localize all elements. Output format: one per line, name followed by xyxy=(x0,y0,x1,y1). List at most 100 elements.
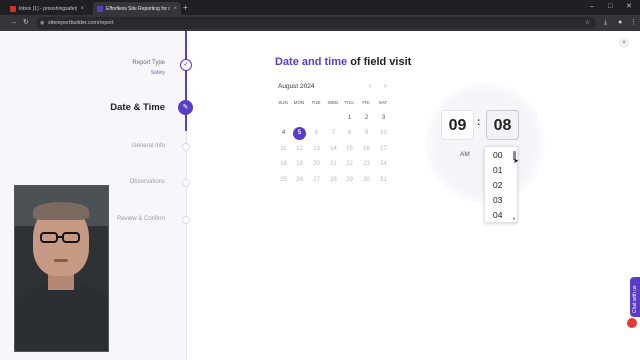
calendar-day[interactable]: 30 xyxy=(360,174,373,187)
progress-line-complete xyxy=(185,31,187,131)
time-separator: : xyxy=(477,117,481,128)
calendar-day[interactable]: 18 xyxy=(277,158,290,171)
weekday-label: MON xyxy=(293,100,305,105)
profile-icon[interactable]: ● xyxy=(618,18,622,28)
minute-field[interactable]: 08 xyxy=(486,110,519,140)
step-report-type-label[interactable]: Report Type xyxy=(132,60,165,66)
next-month-icon[interactable]: › xyxy=(384,82,386,91)
menu-icon[interactable]: ⋮ xyxy=(630,18,637,28)
weekday-label: THU xyxy=(344,100,354,105)
glasses-icon xyxy=(62,232,80,243)
step-pending-dot xyxy=(182,143,190,151)
scroll-down-icon[interactable]: ▼ xyxy=(512,216,516,221)
check-icon[interactable]: ✓ xyxy=(180,59,192,71)
calendar-day[interactable]: 17 xyxy=(377,143,390,156)
glasses-icon xyxy=(40,232,58,243)
calendar-day[interactable]: 10 xyxy=(377,127,390,140)
browser-window: Inbox (1) - prooshingsafety@g × Effortle… xyxy=(0,0,640,360)
page-title: Date and time of field visit xyxy=(275,56,411,68)
reload-icon[interactable]: ↻ xyxy=(23,18,29,28)
close-tab-icon[interactable]: × xyxy=(173,6,177,12)
calendar-day[interactable]: 2 xyxy=(360,112,373,125)
calendar-day[interactable]: 14 xyxy=(327,143,340,156)
site-info-icon[interactable]: ◉ xyxy=(40,20,44,26)
hour-field[interactable]: 09 xyxy=(441,110,474,140)
url-text[interactable]: sitereportbuilder.com/report xyxy=(48,19,114,27)
step-observations-label[interactable]: Observations xyxy=(130,179,165,185)
bookmark-star-icon[interactable]: ☆ xyxy=(585,19,590,26)
calendar-day[interactable]: 20 xyxy=(310,158,323,171)
forward-icon[interactable]: → xyxy=(10,18,17,28)
minimize-icon[interactable]: – xyxy=(590,2,594,12)
maximize-icon[interactable]: □ xyxy=(608,2,612,12)
step-date-time-label[interactable]: Date & Time xyxy=(110,102,165,113)
calendar-day[interactable]: 26 xyxy=(293,174,306,187)
presenter-shirt xyxy=(15,286,108,351)
step-general-info-label[interactable]: General Info xyxy=(132,143,165,149)
calendar-day[interactable]: 27 xyxy=(310,174,323,187)
calendar-day[interactable]: 22 xyxy=(343,158,356,171)
calendar-day[interactable]: 9 xyxy=(360,127,373,140)
weekday-label: SAT xyxy=(378,100,388,105)
calendar-day[interactable]: 16 xyxy=(360,143,373,156)
webcam-overlay xyxy=(14,185,109,352)
tab-inbox[interactable]: Inbox (1) - prooshingsafety@g × xyxy=(6,2,88,15)
calendar-day[interactable]: 13 xyxy=(310,143,323,156)
step-review-confirm-label[interactable]: Review & Confirm xyxy=(117,216,165,222)
step-report-type-value: Safety xyxy=(150,70,165,76)
page-title-rest: of field visit xyxy=(347,56,412,68)
weekday-label: SUN xyxy=(278,100,288,105)
calendar-day-selected[interactable]: 5 xyxy=(293,127,306,140)
prev-month-icon[interactable]: ‹ xyxy=(369,82,371,91)
mouse-cursor-icon: ➤ xyxy=(513,158,519,165)
browser-toolbar: → ↻ ◉ sitereportbuilder.com/report ☆ ⤓ ●… xyxy=(0,15,640,31)
calendar-day[interactable]: 3 xyxy=(377,112,390,125)
presenter-mouth xyxy=(54,259,68,262)
calendar-day[interactable]: 8 xyxy=(343,127,356,140)
calendar-day[interactable]: 11 xyxy=(277,143,290,156)
pencil-icon[interactable]: ✎ xyxy=(178,100,193,115)
tab-site-report-label: Effortless Site Reporting for co xyxy=(106,5,171,12)
minute-option[interactable]: 03 xyxy=(493,195,502,205)
new-tab-icon[interactable]: + xyxy=(183,3,188,12)
tab-site-report[interactable]: Effortless Site Reporting for co × xyxy=(93,2,181,15)
minute-option[interactable]: 02 xyxy=(493,180,502,190)
calendar-day[interactable]: 29 xyxy=(343,174,356,187)
progress-line-pending xyxy=(185,131,187,360)
tab-strip: Inbox (1) - prooshingsafety@g × Effortle… xyxy=(0,0,640,15)
calendar-day[interactable]: 4 xyxy=(277,127,290,140)
calendar-day[interactable]: 7 xyxy=(327,127,340,140)
weekday-label: FRI xyxy=(362,100,370,105)
tab-inbox-label: Inbox (1) - prooshingsafety@g xyxy=(19,5,77,12)
calendar-day[interactable]: 23 xyxy=(360,158,373,171)
am-pm-toggle[interactable]: AM xyxy=(460,151,470,158)
minute-option[interactable]: 04 xyxy=(493,210,502,220)
calendar-day[interactable]: 24 xyxy=(377,158,390,171)
weekday-label: WED xyxy=(327,100,339,105)
calendar-day[interactable]: 6 xyxy=(310,127,323,140)
calendar-day[interactable]: 19 xyxy=(293,158,306,171)
calendar-day[interactable]: 25 xyxy=(277,174,290,187)
gmail-icon xyxy=(10,5,16,12)
calendar-day[interactable]: 12 xyxy=(293,143,306,156)
step-pending-dot xyxy=(182,179,190,187)
step-pending-dot xyxy=(182,216,190,224)
calendar-month-label: August 2024 xyxy=(278,83,315,90)
close-icon[interactable]: × xyxy=(619,38,629,48)
close-tab-icon[interactable]: × xyxy=(80,6,84,12)
calendar-day[interactable]: 21 xyxy=(327,158,340,171)
address-bar[interactable]: ◉ sitereportbuilder.com/report ☆ xyxy=(36,17,596,29)
minute-option[interactable]: 00 xyxy=(493,150,502,160)
chat-with-us-label[interactable]: Chat with us xyxy=(632,285,638,313)
calendar-day[interactable]: 15 xyxy=(343,143,356,156)
calendar-day[interactable]: 1 xyxy=(343,112,356,125)
weekday-label: TUE xyxy=(311,100,321,105)
page-title-accent: Date and time xyxy=(275,56,348,68)
close-window-icon[interactable]: ✕ xyxy=(626,2,632,12)
chat-bubble-icon[interactable] xyxy=(627,318,637,328)
presenter-hair xyxy=(33,202,89,220)
calendar-day[interactable]: 28 xyxy=(327,174,340,187)
minute-option[interactable]: 01 xyxy=(493,165,502,175)
download-icon[interactable]: ⤓ xyxy=(604,18,607,28)
calendar-day[interactable]: 31 xyxy=(377,174,390,187)
